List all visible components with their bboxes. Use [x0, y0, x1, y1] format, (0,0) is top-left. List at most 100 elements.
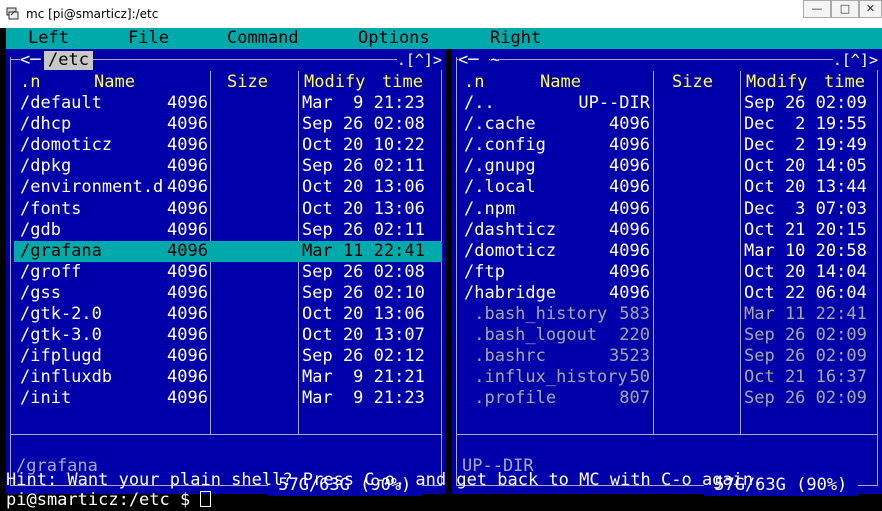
file-name: /.local	[464, 177, 536, 198]
column-header-time[interactable]: time	[382, 72, 423, 93]
file-size: 4096	[167, 198, 208, 219]
file-size: 3523	[609, 346, 650, 367]
menu-right[interactable]: Right	[490, 28, 541, 49]
column-header-time[interactable]: time	[824, 72, 865, 93]
minimize-button[interactable]: —	[803, 0, 831, 18]
menu-options[interactable]: Options	[358, 28, 430, 49]
file-modified: Sep 26 02:09	[744, 388, 867, 409]
terminal[interactable]: Left File Command Options Right <─ /etc …	[6, 28, 882, 510]
sort-indicator[interactable]: .n	[464, 72, 484, 93]
file-name: /..	[464, 93, 495, 113]
left-panel[interactable]: <─ /etc .[^]> .n Name Size Modify time /…	[6, 49, 446, 496]
file-modified: Dec 2 19:55	[744, 114, 867, 135]
file-size: 4096	[167, 388, 208, 409]
file-modified: Mar 10 20:58	[744, 240, 867, 261]
file-modified: Oct 20 13:06	[302, 177, 425, 198]
file-modified: Oct 21 20:15	[744, 219, 867, 240]
file-name: /ftp	[464, 261, 505, 282]
file-size: 4096	[167, 219, 208, 240]
file-size: 4096	[167, 93, 208, 113]
column-header-name[interactable]: Name	[540, 72, 581, 93]
maximize-button[interactable]: □	[831, 0, 859, 18]
menu-left[interactable]: Left	[28, 28, 69, 49]
file-size: 4096	[609, 177, 650, 198]
file-modified: Mar 9 21:21	[302, 367, 425, 388]
menu-command[interactable]: Command	[227, 28, 299, 49]
file-name: /.cache	[464, 114, 536, 135]
file-modified: Oct 20 10:22	[302, 135, 425, 156]
prompt-text: pi@smarticz:/etc $	[6, 490, 201, 510]
file-size: 4096	[609, 282, 650, 303]
file-modified: Sep 26 02:08	[302, 261, 425, 282]
file-name: /environment.d	[20, 177, 164, 198]
file-name: /fonts	[20, 198, 82, 219]
file-name: /grafana	[20, 240, 102, 261]
file-name: /gss	[20, 282, 61, 303]
file-size: 4096	[167, 156, 208, 177]
file-modified: Sep 26 02:08	[302, 114, 425, 135]
panel-path[interactable]: ~	[490, 51, 501, 70]
panel-controls[interactable]: .[^]>	[832, 51, 878, 70]
column-divider	[653, 71, 654, 434]
panel-mini-separator	[10, 434, 442, 435]
file-modified: Oct 22 06:04	[744, 282, 867, 303]
file-modified: Oct 20 13:44	[744, 177, 867, 198]
file-size: 4096	[167, 261, 208, 282]
file-modified: Oct 20 14:05	[744, 156, 867, 177]
panel-left-border	[456, 57, 457, 485]
file-name: /habridge	[464, 282, 557, 303]
file-name: .bash_history	[464, 304, 608, 324]
file-modified: Sep 26 02:10	[302, 282, 425, 303]
column-divider	[740, 71, 741, 434]
file-modified: Mar 9 21:23	[302, 388, 425, 409]
file-size: 583	[619, 304, 650, 324]
panel-right-border	[441, 57, 442, 485]
panel-left-border	[10, 57, 11, 485]
file-modified: Oct 20 13:07	[302, 325, 425, 346]
file-size: 4096	[609, 240, 650, 261]
file-size: 4096	[167, 304, 208, 324]
close-button[interactable]: ✕	[859, 0, 882, 18]
file-name: .bashrc	[464, 346, 546, 367]
file-size: 4096	[167, 135, 208, 156]
file-modified: Sep 26 02:12	[302, 346, 425, 367]
file-name: .influx_history	[464, 367, 628, 388]
file-modified: Oct 21 16:37	[744, 367, 867, 388]
file-modified: Sep 26 02:09	[744, 346, 867, 367]
file-size: 807	[619, 388, 650, 409]
column-header-size[interactable]: Size	[672, 72, 713, 93]
file-name: /default	[20, 93, 102, 113]
panel-mini-separator	[456, 434, 878, 435]
file-name: /groff	[20, 261, 82, 282]
file-modified: Dec 2 19:49	[744, 135, 867, 156]
column-header-size[interactable]: Size	[227, 72, 268, 93]
file-size: 4096	[609, 156, 650, 177]
menu-file[interactable]: File	[128, 28, 169, 49]
file-name: /init	[20, 388, 72, 409]
right-panel[interactable]: <─ ~ .[^]> .n Name Size Modify time /.. U…	[452, 49, 882, 496]
column-header-modify[interactable]: Modify	[746, 72, 807, 93]
file-name: /dpkg	[20, 156, 72, 177]
column-header-modify[interactable]: Modify	[304, 72, 365, 93]
file-size: 4096	[167, 240, 208, 261]
file-size: 4096	[167, 346, 208, 367]
shell-prompt[interactable]: pi@smarticz:/etc $	[6, 490, 212, 511]
cursor	[200, 491, 212, 507]
file-name: /gdb	[20, 219, 61, 240]
panel-path[interactable]: /etc	[44, 51, 93, 70]
panel-path-prefix: <─	[458, 50, 489, 70]
file-size: 4096	[609, 198, 650, 219]
file-size: 50	[629, 367, 650, 388]
file-size: UP--DIR	[578, 93, 650, 113]
column-header-name[interactable]: Name	[94, 72, 135, 93]
file-name: /.npm	[464, 198, 516, 219]
putty-icon	[6, 7, 19, 20]
menubar: Left File Command Options Right	[6, 28, 882, 49]
file-size: 4096	[167, 114, 208, 135]
sort-indicator[interactable]: .n	[20, 72, 40, 93]
file-name: /gtk-2.0	[20, 304, 102, 324]
file-size: 4096	[609, 135, 650, 156]
file-modified: Oct 20 14:04	[744, 261, 867, 282]
panel-controls[interactable]: .[^]>	[396, 51, 442, 70]
file-name: .profile	[464, 388, 557, 409]
